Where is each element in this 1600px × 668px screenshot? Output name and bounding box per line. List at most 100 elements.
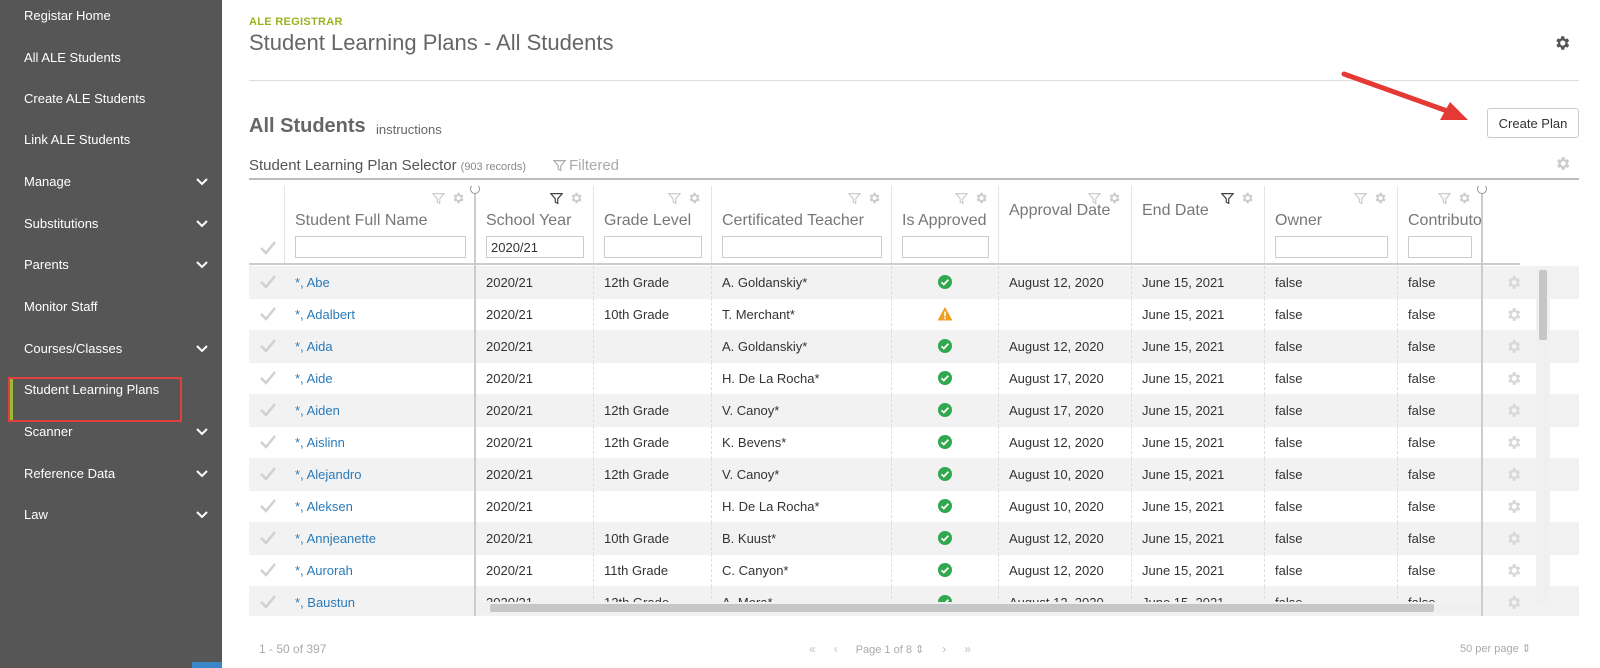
row-check-icon[interactable] [259,370,277,386]
certificated-teacher-filter-input[interactable] [722,236,882,258]
sidebar-item-link-ale-students[interactable]: Link ALE Students [0,118,222,160]
select-all-check-icon[interactable] [259,240,277,256]
table-row[interactable]: *, Aiden 2020/21 12th Grade V. Canoy* August… [249,394,1579,427]
is-approved-filter-input[interactable] [902,236,989,258]
filter-icon[interactable] [1221,192,1234,205]
horizontal-scrollbar[interactable] [478,602,1480,614]
row-check-icon[interactable] [259,274,277,290]
row-select[interactable] [249,330,285,363]
row-gear-icon[interactable] [1505,530,1522,547]
student-name-link[interactable]: *, Aislinn [285,426,476,459]
row-gear-icon[interactable] [1505,434,1522,451]
frozen-right-divider[interactable] [1481,186,1483,616]
row-gear-icon[interactable] [1505,562,1522,579]
frozen-column-divider[interactable] [474,186,476,616]
student-name-link[interactable]: *, Baustun [285,586,476,616]
sidebar-item-law[interactable]: Law [0,493,222,535]
table-row[interactable]: *, Aleksen 2020/21 H. De La Rocha* August 1… [249,490,1579,523]
row-check-icon[interactable] [259,562,277,578]
row-select[interactable] [249,394,285,427]
row-check-icon[interactable] [259,530,277,546]
instructions-link[interactable]: instructions [376,122,442,137]
row-gear-icon[interactable] [1505,466,1522,483]
column-header-school-year[interactable]: School Year [476,186,594,264]
row-gear-icon[interactable] [1505,274,1522,291]
column-gear-icon[interactable] [1240,191,1254,205]
sidebar-item-reference-data[interactable]: Reference Data [0,452,222,494]
column-header-end-date[interactable]: End Date [1132,186,1265,264]
filter-icon[interactable] [1354,192,1367,205]
table-row[interactable]: *, Abe 2020/21 12th Grade A. Goldanskiy* Aug… [249,266,1579,299]
row-select[interactable] [249,586,285,616]
sidebar-item-substitutions[interactable]: Substitutions [0,202,222,244]
filter-icon[interactable] [550,192,563,205]
filter-icon[interactable] [432,192,445,205]
row-check-icon[interactable] [259,306,277,322]
sidebar-item-all-ale-students[interactable]: All ALE Students [0,36,222,78]
student-name-link[interactable]: *, Aurorah [285,554,476,587]
row-select[interactable] [249,266,285,299]
settings-gear-icon[interactable] [1553,34,1571,52]
row-select[interactable] [249,362,285,395]
horizontal-scroll-thumb[interactable] [490,604,1434,612]
per-page-select[interactable]: 50 per page ⇕ [1460,642,1531,655]
vertical-scrollbar[interactable] [1536,266,1550,606]
column-header-owner[interactable]: Owner [1265,186,1398,264]
page-select[interactable]: Page 1 of 8 ⇕ [856,643,925,656]
student-name-link[interactable]: *, Annjeanette [285,522,476,555]
student-name-link[interactable]: *, Aiden [285,394,476,427]
grade-level-filter-input[interactable] [604,236,702,258]
row-check-icon[interactable] [259,466,277,482]
column-gear-icon[interactable] [687,191,701,205]
sidebar-item-monitor-staff[interactable]: Monitor Staff [0,285,222,327]
student-name-link[interactable]: *, Aleksen [285,490,476,523]
row-gear-icon[interactable] [1505,338,1522,355]
filter-icon[interactable] [955,192,968,205]
student-name-link[interactable]: *, Adalbert [285,298,476,331]
table-row[interactable]: *, Aide 2020/21 H. De La Rocha* August 17, … [249,362,1579,395]
student-name-link[interactable]: *, Alejandro [285,458,476,491]
owner-filter-input[interactable] [1275,236,1388,258]
row-select[interactable] [249,458,285,491]
first-page-button[interactable]: « [809,642,816,656]
table-row[interactable]: *, Aida 2020/21 A. Goldanskiy* August 12, 2… [249,330,1579,363]
table-row[interactable]: *, Aislinn 2020/21 12th Grade K. Bevens* Aug… [249,426,1579,459]
row-gear-icon[interactable] [1505,370,1522,387]
filter-icon[interactable] [668,192,681,205]
row-check-icon[interactable] [259,338,277,354]
row-check-icon[interactable] [259,434,277,450]
column-gear-icon[interactable] [867,191,881,205]
row-select[interactable] [249,554,285,587]
row-check-icon[interactable] [259,402,277,418]
column-gear-icon[interactable] [569,191,583,205]
row-select[interactable] [249,426,285,459]
table-row[interactable]: *, Adalbert 2020/21 10th Grade T. Merchant*… [249,298,1579,331]
contributor-filter-input[interactable] [1408,236,1472,258]
student-full-name-filter-input[interactable] [295,236,466,258]
row-gear-icon[interactable] [1505,498,1522,515]
sidebar-item-registar-home[interactable]: Registar Home [0,0,222,36]
table-row[interactable]: *, Annjeanette 2020/21 10th Grade B. Kuust*… [249,522,1579,555]
filtered-indicator[interactable]: Filtered [553,157,619,174]
sidebar-item-courses-classes[interactable]: Courses/Classes [0,327,222,369]
column-gear-icon[interactable] [451,191,465,205]
column-header-is-approved[interactable]: Is Approved [892,186,999,264]
filter-icon[interactable] [848,192,861,205]
column-header-contributor[interactable]: Contributo [1398,186,1482,264]
table-row[interactable]: *, Aurorah 2020/21 11th Grade C. Canyon* Aug… [249,554,1579,587]
sidebar-item-parents[interactable]: Parents [0,243,222,285]
student-name-link[interactable]: *, Aida [285,330,476,363]
table-row[interactable]: *, Alejandro 2020/21 12th Grade V. Canoy* Au… [249,458,1579,491]
row-gear-icon[interactable] [1505,594,1522,611]
row-check-icon[interactable] [259,498,277,514]
column-gear-icon[interactable] [1457,191,1471,205]
column-header-student-full-name[interactable]: Student Full Name [285,186,476,264]
vertical-scroll-thumb[interactable] [1539,270,1547,340]
column-header-grade-level[interactable]: Grade Level [594,186,712,264]
filter-icon[interactable] [1088,192,1101,205]
prev-page-button[interactable]: ‹ [834,642,838,656]
column-gear-icon[interactable] [974,191,988,205]
student-name-link[interactable]: *, Aide [285,362,476,395]
last-page-button[interactable]: » [964,642,971,656]
row-gear-icon[interactable] [1505,306,1522,323]
